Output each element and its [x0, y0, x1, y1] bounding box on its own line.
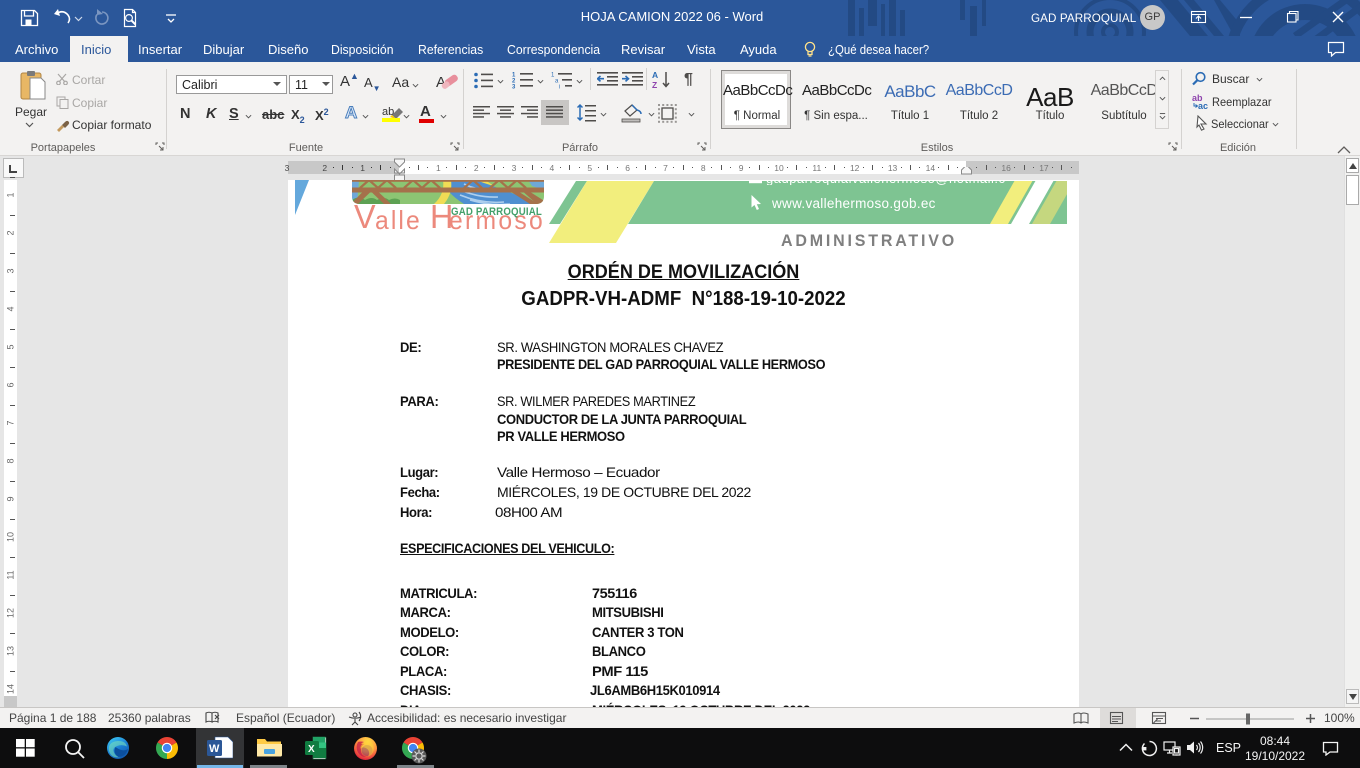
svg-text:W: W [209, 743, 220, 755]
svg-text:3: 3 [512, 85, 516, 90]
svg-text:X: X [308, 744, 315, 755]
svg-text:Z: Z [652, 80, 657, 90]
svg-text:ac: ac [1198, 101, 1208, 110]
svg-text:i: i [559, 85, 560, 90]
svg-text:A: A [652, 70, 658, 80]
